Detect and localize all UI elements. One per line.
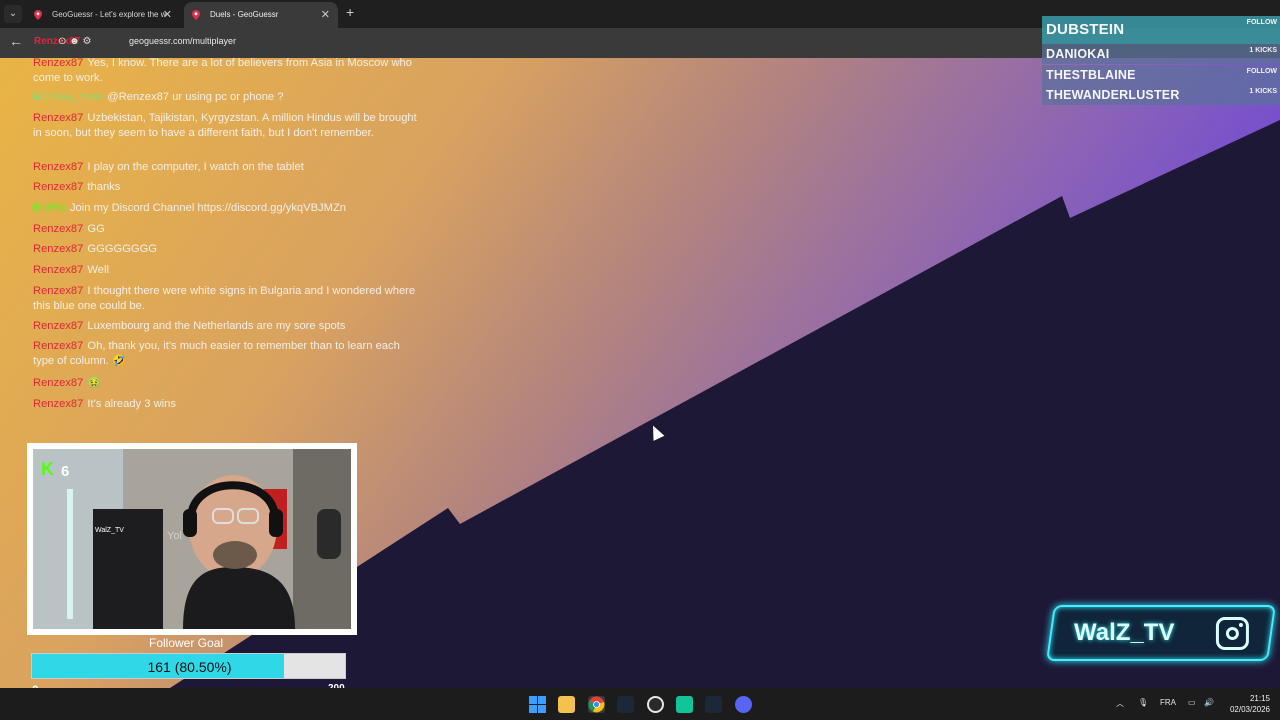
webcam-scene: WalZ_TV Yol [33, 449, 351, 629]
windows-taskbar: ︿ 🎙 FRA ▭ 🔊 21:15 02/03/2026 [0, 688, 1280, 720]
new-tab-plus-icon[interactable]: + [346, 4, 354, 20]
follower-goal-progress-text: 161 (80.50%) [147, 659, 232, 675]
chat-username: Renzex87 [33, 377, 84, 389]
chat-text: I play on the computer, I watch on the t… [87, 161, 304, 173]
tab-title: GeoGuessr - Let's explore the w [52, 10, 167, 19]
event-type: 1 KICKS [1249, 47, 1277, 54]
chat-username: Renzex87 [33, 181, 84, 193]
chat-username: Renzex87 [33, 285, 84, 297]
event-type: 1 KICKS [1249, 88, 1277, 95]
event-username: THESTBLAINE [1046, 68, 1136, 82]
chat-text: It's already 3 wins [87, 398, 176, 410]
kick-logo-icon: K [41, 459, 54, 479]
steam-icon[interactable] [617, 696, 634, 713]
geoguessr-pin-icon [34, 10, 42, 20]
chat-username: Renzex87 [33, 243, 84, 255]
settings-gear-icon[interactable] [647, 696, 664, 713]
volume-icon[interactable]: 🔊 [1204, 698, 1214, 707]
event-row: THEWANDERLUSTER 1 KICKS [1042, 85, 1280, 105]
event-type: FOLLOW [1246, 68, 1277, 75]
chat-message: Renzex87 Yes, I know. There are a lot of … [33, 56, 417, 85]
close-tab-icon[interactable]: ✕ [321, 2, 330, 28]
chat-message: Renzex87 Luxembourg and the Netherlands a… [33, 319, 417, 334]
chat-message: Renzex87 I play on the computer, I watch … [33, 160, 417, 175]
tab-title: Duels - GeoGuessr [210, 10, 279, 19]
chat-text: Yes, I know. There are a lot of believer… [33, 57, 412, 84]
back-arrow-icon[interactable]: ← [9, 33, 23, 49]
chat-text: Oh, thank you, it's much easier to remem… [33, 340, 400, 367]
clock-date: 02/03/2026 [1229, 705, 1270, 714]
chat-text: thanks [87, 181, 121, 193]
chat-username: Renzex87 [33, 320, 84, 332]
close-tab-icon[interactable]: ✕ [163, 2, 172, 28]
network-icon[interactable]: ▭ [1188, 698, 1196, 707]
discord-icon[interactable] [735, 696, 752, 713]
tray-chevron-icon[interactable]: ︿ [1116, 698, 1124, 709]
chat-message: Renzex87 🤢 [33, 376, 417, 391]
event-username: THEWANDERLUSTER [1046, 88, 1180, 102]
kick-viewer-count: 6 [61, 463, 70, 480]
chat-username: Renzex87 [33, 398, 84, 410]
tab-geoguessr-home[interactable]: GeoGuessr - Let's explore the w ✕ [26, 2, 180, 28]
event-username: DUBSTEIN [1046, 21, 1125, 38]
svg-text:Yol: Yol [167, 530, 182, 542]
chat-message: M0nkey_noon @Renzex87 ur using pc or phon… [33, 90, 417, 105]
chat-message: Renzex87 I thought there were white signs… [33, 284, 417, 313]
webcam-frame: WalZ_TV Yol K 6 [27, 443, 357, 635]
tab-search-chevron-icon[interactable]: ⌄ [4, 5, 22, 23]
chat-text: 🤢 [87, 377, 102, 389]
app-icon[interactable] [676, 696, 693, 713]
input-language[interactable]: FRA [1160, 698, 1176, 707]
clock-time: 21:15 [1249, 694, 1270, 703]
event-type: FOLLOW [1246, 19, 1277, 26]
chat-message: Renzex87 Oh, thank you, it's much easier … [33, 339, 417, 368]
system-clock[interactable]: 21:15 02/03/2026 [1226, 693, 1270, 715]
instagram-badge: WalZ_TV [1046, 605, 1276, 661]
chat-message: Renzex87 Uzbekistan, Tajikistan, Kyrgyzst… [33, 111, 417, 140]
tab-duels[interactable]: Duels - GeoGuessr ✕ [184, 2, 338, 28]
event-row: DUBSTEIN FOLLOW [1042, 16, 1280, 44]
chat-message: Renzex87 It's already 3 wins [33, 397, 417, 412]
event-row: DANIOKAI 1 KICKS [1042, 44, 1280, 64]
site-info-icon[interactable]: ⊙ ☻ ⚙ [58, 36, 91, 47]
chrome-icon[interactable] [588, 696, 605, 713]
follower-goal-bar: 161 (80.50%) [31, 653, 346, 679]
chat-username: Renzex87 [33, 264, 84, 276]
chat-username: Renzex87 [33, 223, 84, 235]
chat-text: Well [87, 264, 109, 276]
chat-message: Renzex87 thanks [33, 180, 417, 195]
chat-text: I thought there were white signs in Bulg… [33, 285, 416, 312]
chat-username: M0nkey_noon [33, 91, 104, 103]
event-row: THESTBLAINE FOLLOW [1042, 65, 1280, 85]
windows-start-icon[interactable] [529, 696, 546, 713]
chat-text: Uzbekistan, Tajikistan, Kyrgyzstan. A mi… [33, 112, 417, 139]
instagram-icon [1215, 617, 1249, 650]
chat-username: BotRix [33, 202, 66, 214]
chat-message: Renzex87 GGGGGGGG [33, 242, 417, 257]
chat-message: Renzex87 Well [33, 263, 417, 278]
chat-text: GG [87, 223, 105, 235]
chat-message: BotRix Join my Discord Channel https://di… [33, 201, 417, 216]
chat-username: Renzex87 [33, 112, 84, 124]
url-input[interactable]: geoguessr.com/multiplayer [129, 36, 236, 46]
chat-username: Renzex87 [33, 161, 84, 173]
geoguessr-pin-icon [192, 10, 200, 20]
chat-message: Renzex87 GG [33, 222, 417, 237]
chat-text: Join my Discord Channel https://discord.… [69, 202, 347, 214]
steam-icon[interactable] [705, 696, 722, 713]
chat-text: @Renzex87 ur using pc or phone ? [107, 91, 284, 103]
microphone-icon[interactable]: 🎙 [1138, 698, 1148, 707]
chat-text: GGGGGGGG [87, 243, 158, 255]
shirt-label: WalZ_TV [95, 527, 124, 534]
chat-username: Renzex87 [33, 340, 84, 352]
webcam-feed: WalZ_TV Yol K 6 [33, 449, 351, 629]
chat-username: Renzex87 [33, 57, 84, 69]
follower-goal-label: Follower Goal [149, 636, 224, 650]
event-username: DANIOKAI [1046, 47, 1110, 61]
chat-text: Luxembourg and the Netherlands are my so… [87, 320, 346, 332]
instagram-handle: WalZ_TV [1074, 619, 1175, 646]
file-explorer-icon[interactable] [558, 696, 575, 713]
